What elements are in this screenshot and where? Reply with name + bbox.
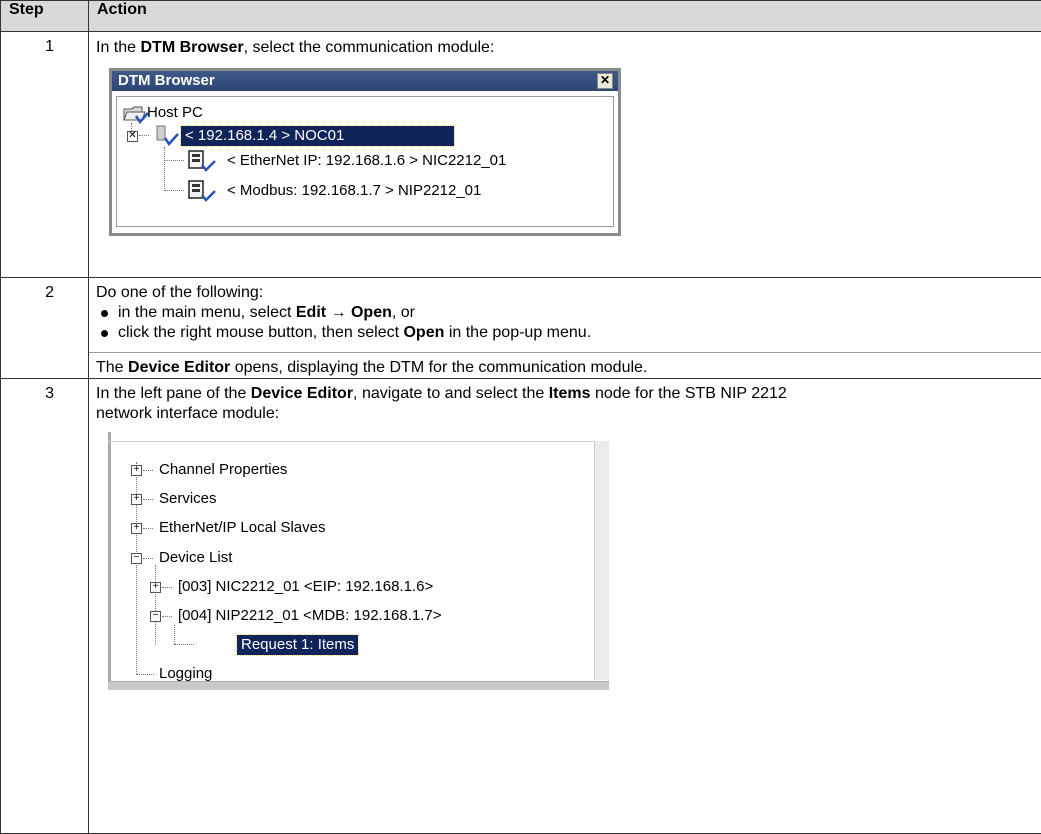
- step-text-continued: network interface module:: [96, 404, 1041, 424]
- list-item: click the right mouse button, then selec…: [96, 323, 1041, 343]
- expand-icon[interactable]: +: [131, 465, 142, 476]
- step-number: 2: [1, 278, 89, 379]
- table-row: 2 Do one of the following: in the main m…: [1, 278, 1041, 379]
- dtm-browser-window: DTM Browser ✕ Host PC ✕: [109, 68, 621, 236]
- result-text: The Device Editor opens, displaying the …: [96, 358, 1041, 378]
- tree-node-channel-properties[interactable]: Channel Properties: [159, 461, 287, 479]
- tree-node-nic2212-01[interactable]: [003] NIC2212_01 <EIP: 192.168.1.6>: [178, 578, 433, 596]
- list-item: in the main menu, select Edit → Open, or: [96, 303, 1041, 323]
- device-icon: [187, 179, 217, 203]
- table-row: 1 In the DTM Browser, select the communi…: [1, 32, 1041, 278]
- option-list: in the main menu, select Edit → Open, or…: [96, 303, 1041, 343]
- close-icon[interactable]: ✕: [597, 73, 613, 89]
- step-action: In the left pane of the Device Editor, n…: [89, 379, 1041, 834]
- expand-icon[interactable]: +: [150, 582, 161, 593]
- step-text: Do one of the following:: [96, 283, 1041, 303]
- window-title: DTM Browser: [118, 72, 215, 89]
- header-action: Action: [89, 1, 1041, 32]
- divider: [89, 352, 1041, 353]
- dtm-browser-titlebar: DTM Browser ✕: [112, 71, 618, 91]
- tree-node-host-pc[interactable]: Host PC: [147, 104, 203, 122]
- step-action: In the DTM Browser, select the communica…: [89, 32, 1041, 278]
- table-row: 3 In the left pane of the Device Editor,…: [1, 379, 1041, 834]
- scrollbar[interactable]: [594, 441, 609, 680]
- device-icon: [187, 149, 217, 173]
- folder-icon: [123, 104, 149, 124]
- tree-node-ethernet-ip-local-slaves[interactable]: EtherNet/IP Local Slaves: [159, 519, 325, 537]
- header-step: Step: [1, 1, 89, 32]
- collapse-icon[interactable]: ✕: [127, 131, 138, 142]
- step-text: In the left pane of the Device Editor, n…: [96, 384, 1041, 404]
- collapse-icon[interactable]: −: [150, 611, 161, 622]
- tree-node-nip2212[interactable]: < Modbus: 192.168.1.7 > NIP2212_01: [227, 182, 481, 200]
- tree-node-nip2212-01[interactable]: [004] NIP2212_01 <MDB: 192.168.1.7>: [178, 607, 442, 625]
- expand-icon[interactable]: +: [131, 523, 142, 534]
- tree-node-services[interactable]: Services: [159, 490, 217, 508]
- step-text: In the DTM Browser, select the communica…: [96, 38, 1041, 58]
- dtm-tree: Host PC ✕ < 192.168.1.4 > NOC01: [116, 96, 614, 227]
- tree-node-request-items[interactable]: Request 1: Items: [237, 635, 358, 655]
- horizontal-scrollbar[interactable]: [108, 681, 609, 690]
- module-icon: [153, 125, 181, 147]
- step-action: Do one of the following: in the main men…: [89, 278, 1041, 379]
- header-row: Step Action: [1, 1, 1041, 32]
- collapse-icon[interactable]: −: [131, 553, 142, 564]
- tree-node-noc01[interactable]: < 192.168.1.4 > NOC01: [181, 126, 454, 146]
- step-number: 3: [1, 379, 89, 834]
- tree-node-nic2212[interactable]: < EtherNet IP: 192.168.1.6 > NIC2212_01: [227, 152, 506, 170]
- step-number: 1: [1, 32, 89, 278]
- tree-node-device-list[interactable]: Device List: [159, 549, 232, 567]
- steps-table: Step Action 1 In the DTM Browser, select…: [0, 0, 1041, 834]
- expand-icon[interactable]: +: [131, 494, 142, 505]
- device-editor-tree: + Channel Properties + Services + EtherN…: [108, 432, 609, 690]
